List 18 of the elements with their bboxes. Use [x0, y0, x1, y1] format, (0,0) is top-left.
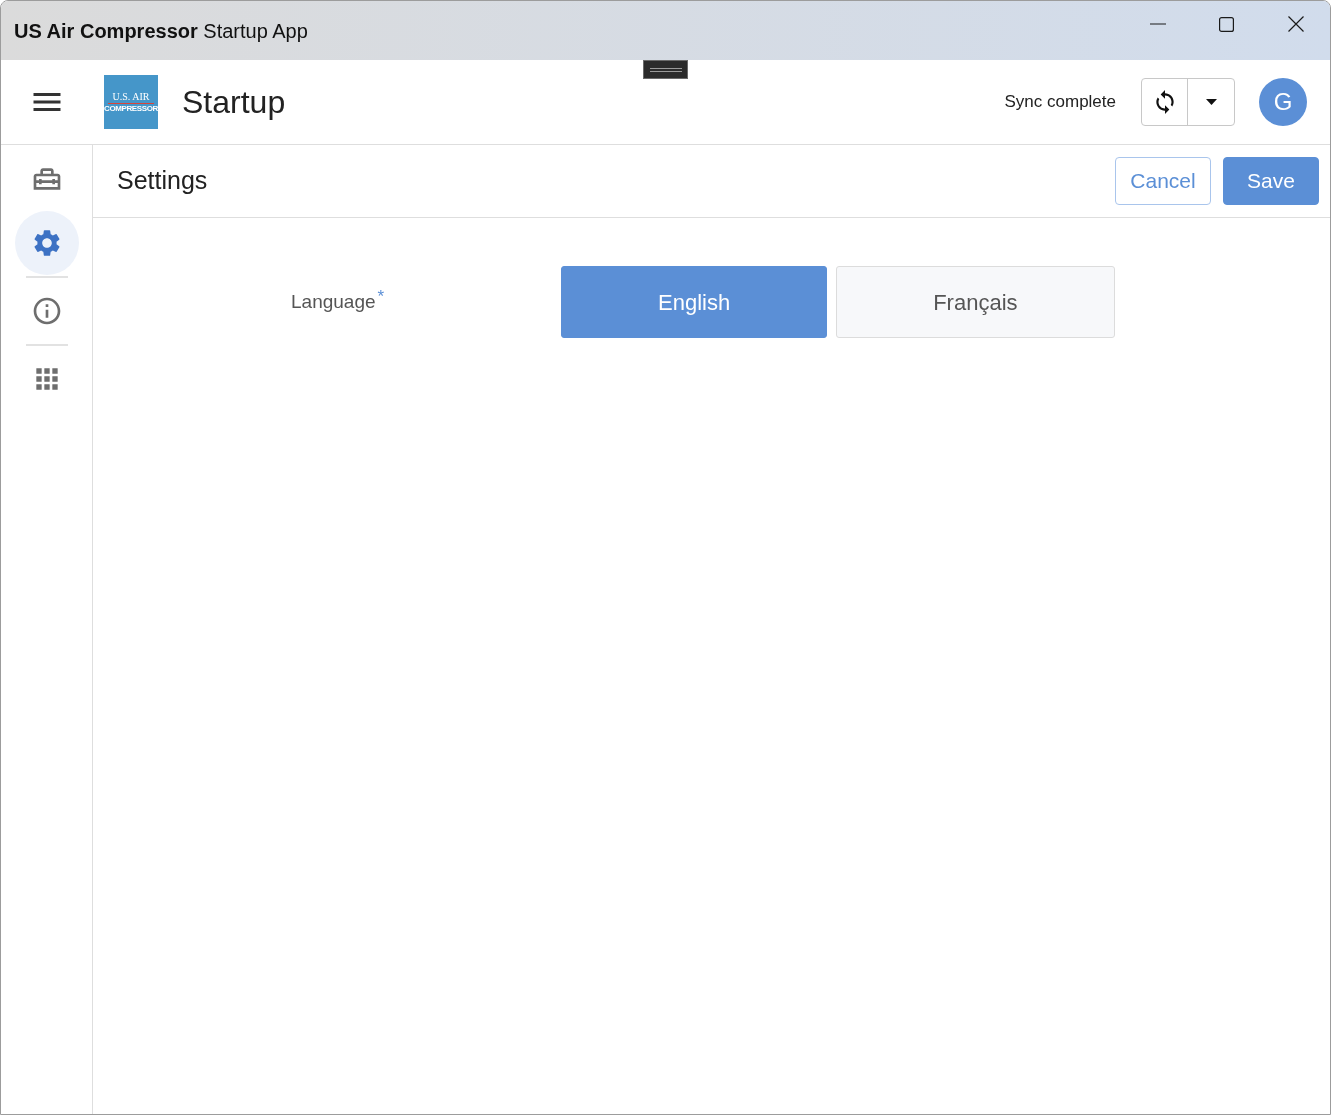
cancel-button[interactable]: Cancel	[1115, 157, 1211, 205]
logo-text: U.S. AIR	[112, 91, 150, 102]
language-option[interactable]: Français	[836, 266, 1115, 338]
save-button[interactable]: Save	[1223, 157, 1319, 205]
logo-subtext: COMPRESSOR	[104, 104, 158, 113]
avatar-button[interactable]: G	[1259, 78, 1307, 126]
language-option[interactable]: English	[561, 266, 828, 338]
caret-icon	[1205, 99, 1217, 105]
field-label: Language	[291, 289, 376, 314]
maximize-icon	[1219, 16, 1234, 32]
close-icon	[1287, 16, 1304, 32]
window-title: US Air Compressor Startup App	[13, 18, 308, 44]
minimize-icon	[1149, 23, 1166, 25]
grip-handle-icon[interactable]	[643, 60, 688, 79]
app-title: Startup	[182, 83, 286, 122]
page-title: Settings	[117, 165, 208, 197]
sync-status: Sync complete	[1004, 91, 1116, 114]
required-mark: *	[377, 287, 385, 305]
